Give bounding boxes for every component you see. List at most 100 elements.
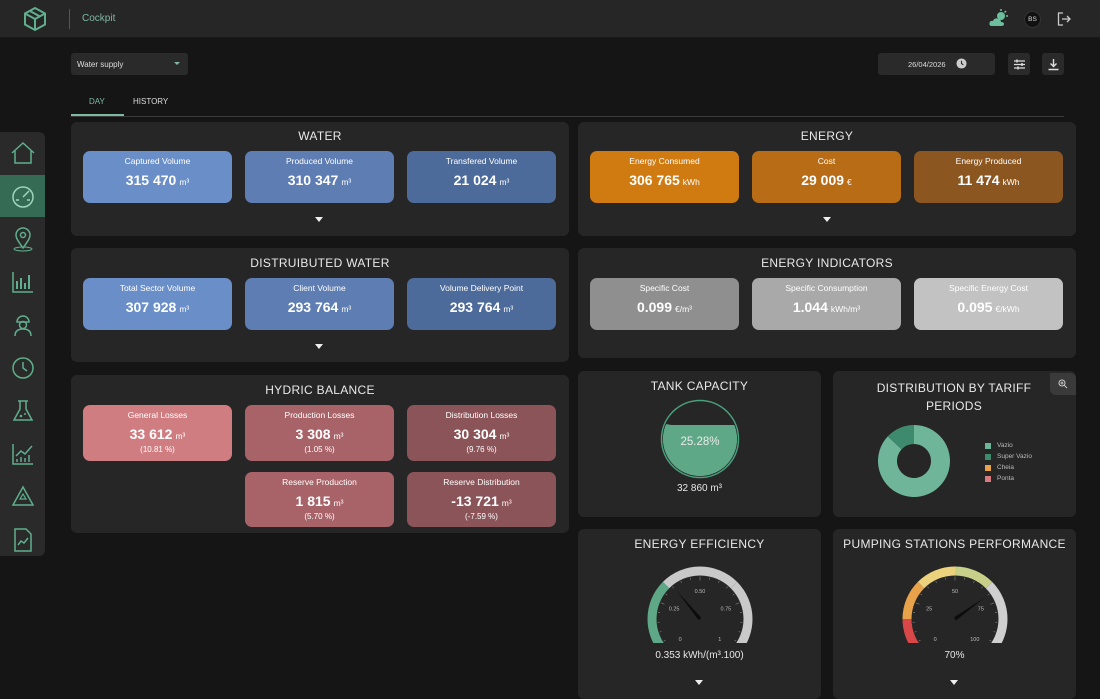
date-value: 26/04/2026 — [908, 60, 946, 69]
legend-item[interactable]: Vazio — [985, 440, 1032, 451]
kpi-value: 33 612m³ — [83, 426, 232, 442]
header-divider — [69, 9, 70, 29]
kpi-card[interactable]: Produced Volume310 347m³ — [245, 151, 394, 203]
kpi-unit: €/m³ — [675, 304, 692, 314]
kpi-card[interactable]: Distribution Losses30 304m³(9.76 %) — [407, 405, 556, 461]
gauge-arc-segment — [652, 585, 666, 619]
gauge-tick — [915, 632, 917, 633]
report-icon — [10, 527, 36, 553]
tariff-panel: DISTRIBUTION BY TARIFF PERIODS — [833, 371, 1076, 517]
kpi-card[interactable]: Specific Energy Cost0.095€/kWh — [914, 278, 1063, 330]
sidebar-item-analytics[interactable] — [0, 261, 45, 303]
kpi-unit: kWh — [683, 177, 700, 187]
sidebar-item-cockpit[interactable] — [0, 175, 45, 217]
kpi-unit: kWh — [1003, 177, 1020, 187]
kpi-card[interactable]: Volume Delivery Point293 764m³ — [407, 278, 556, 330]
kpi-unit: m³ — [179, 304, 189, 314]
filter-settings-button[interactable] — [1008, 53, 1030, 75]
legend-label: Ponta — [997, 475, 1014, 482]
kpi-percent: (1.05 %) — [245, 445, 394, 454]
logo-icon[interactable] — [22, 6, 48, 32]
kpi-value: 293 764m³ — [245, 299, 394, 315]
kpi-value: 21 024m³ — [407, 172, 556, 188]
kpi-card[interactable]: Energy Consumed306 765kWh — [590, 151, 739, 203]
sidebar-item-reports[interactable] — [0, 519, 45, 561]
legend-label: Super Vazio — [997, 453, 1032, 460]
gauge-needle — [677, 591, 701, 620]
gauge-tick — [739, 632, 741, 633]
tab-history[interactable]: HISTORY — [133, 97, 168, 106]
zoom-button[interactable] — [1050, 373, 1076, 395]
legend-item[interactable]: Ponta — [985, 473, 1032, 484]
kpi-label: General Losses — [83, 410, 232, 420]
sidebar-item-map[interactable] — [0, 218, 45, 260]
kpi-card[interactable]: Reserve Production1 815m³(5.70 %) — [245, 472, 394, 527]
legend-label: Cheia — [997, 464, 1014, 471]
gauge-tick-label: 0.25 — [669, 606, 680, 612]
kpi-percent: (10.81 %) — [83, 445, 232, 454]
expand-chevron-icon[interactable] — [823, 217, 831, 222]
gauge-tick-label: 75 — [978, 606, 984, 612]
kpi-value: 0.095€/kWh — [914, 299, 1063, 315]
legend-item[interactable]: Cheia — [985, 462, 1032, 473]
kpi-label: Volume Delivery Point — [407, 283, 556, 293]
sidebar-item-history[interactable] — [0, 347, 45, 389]
trend-chart-icon — [10, 441, 36, 467]
kpi-card[interactable]: Specific Consumption1.044kWh/m³ — [752, 278, 901, 330]
tank-capacity-panel: TANK CAPACITY 25.28% 32 860 m³ — [578, 371, 821, 517]
gauge-tick-label: 1 — [718, 637, 721, 643]
kpi-card[interactable]: Energy Produced11 474kWh — [914, 151, 1063, 203]
kpi-card[interactable]: Transfered Volume21 024m³ — [407, 151, 556, 203]
kpi-unit: m³ — [499, 431, 509, 441]
tariff-donut-chart — [877, 417, 951, 505]
app-title: Cockpit — [82, 13, 115, 24]
sidebar-item-workers[interactable] — [0, 304, 45, 346]
tank-percent-label: 25.28% — [680, 436, 719, 448]
weather-icon[interactable] — [988, 9, 1010, 29]
kpi-card[interactable]: Captured Volume315 470m³ — [83, 151, 232, 203]
gauge-tick-label: 50 — [952, 589, 958, 595]
user-avatar[interactable]: BS — [1024, 11, 1041, 28]
expand-chevron-icon[interactable] — [315, 217, 323, 222]
kpi-label: Reserve Distribution — [407, 477, 556, 487]
kpi-unit: m³ — [179, 177, 189, 187]
expand-chevron-icon[interactable] — [695, 680, 703, 685]
gauge-tick — [733, 594, 735, 595]
network-selector[interactable]: Water supply — [71, 53, 188, 75]
kpi-card[interactable]: Client Volume293 764m³ — [245, 278, 394, 330]
kpi-unit: m³ — [334, 431, 344, 441]
kpi-unit: m³ — [341, 177, 351, 187]
gauge-arc-segment — [989, 619, 1003, 643]
sidebar-item-lab[interactable] — [0, 390, 45, 432]
tab-day[interactable]: DAY — [89, 97, 105, 106]
kpi-card[interactable]: Production Losses3 308m³(1.05 %) — [245, 405, 394, 461]
kpi-unit: € — [847, 177, 852, 187]
gauge-tick — [681, 581, 682, 583]
kpi-card[interactable]: General Losses 33 612m³ (10.81 %) — [83, 405, 232, 461]
kpi-value: 11 474kWh — [914, 172, 1063, 188]
date-picker[interactable]: 26/04/2026 — [878, 53, 995, 75]
gauge-tick — [981, 587, 982, 589]
sidebar-item-trends[interactable] — [0, 433, 45, 475]
expand-chevron-icon[interactable] — [315, 344, 323, 349]
kpi-card[interactable]: Specific Cost0.099€/m³ — [590, 278, 739, 330]
logout-icon[interactable] — [1057, 12, 1071, 26]
kpi-value: 1.044kWh/m³ — [752, 299, 901, 315]
sidebar-item-recycle[interactable] — [0, 476, 45, 518]
home-icon — [10, 140, 36, 166]
expand-chevron-icon[interactable] — [950, 680, 958, 685]
sidebar-item-home[interactable] — [0, 132, 45, 174]
tank-volume: 32 860 m³ — [578, 483, 821, 494]
legend-item[interactable]: Super Vazio — [985, 451, 1032, 462]
download-button[interactable] — [1042, 53, 1064, 75]
efficiency-readout: 0.353 kWh/(m³.100) — [578, 650, 821, 661]
gauge-tick — [735, 640, 737, 641]
kpi-card[interactable]: Total Sector Volume307 928m³ — [83, 278, 232, 330]
kpi-percent: (-7.59 %) — [407, 512, 556, 521]
clock-history-icon — [10, 355, 36, 381]
kpi-unit: m³ — [499, 177, 509, 187]
gauge-arc-segment — [989, 585, 1003, 619]
kpi-card[interactable]: Cost29 009€ — [752, 151, 901, 203]
gauge-arc-segment — [955, 571, 989, 585]
kpi-card[interactable]: Reserve Distribution-13 721m³(-7.59 %) — [407, 472, 556, 527]
